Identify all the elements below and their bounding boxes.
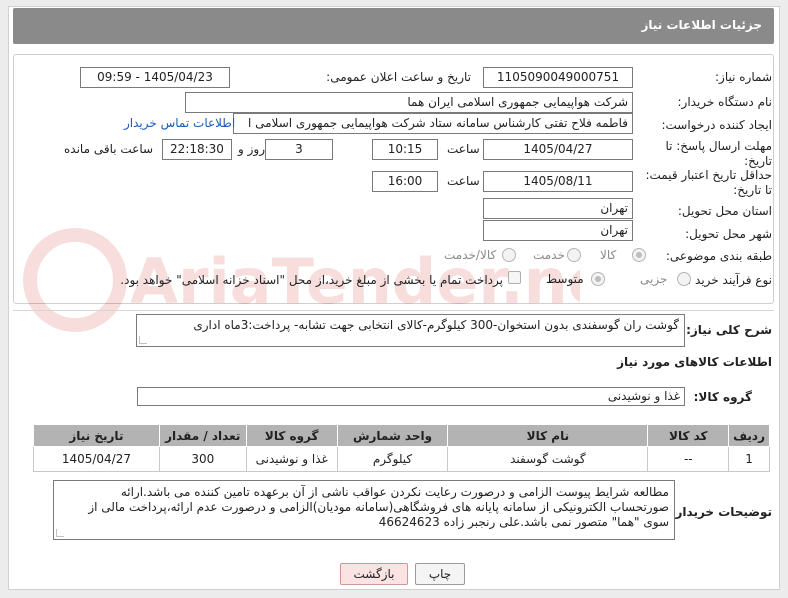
reply-time-label: ساعت: [447, 142, 480, 156]
category-option-service: خدمت: [533, 248, 565, 262]
province-field: تهران: [483, 198, 633, 219]
contact-buyer-link[interactable]: اطلاعات تماس خریدار: [124, 116, 235, 130]
requester-field: فاطمه فلاح تفتی کارشناس سامانه ستاد شرکت…: [233, 113, 633, 134]
buyer-notes-label: توضیحات خریدار:: [670, 505, 772, 519]
category-option-goods-service: کالا/خدمت: [444, 248, 497, 262]
header-bar: جزئیات اطلاعات نیاز: [13, 8, 774, 44]
category-radio-goods[interactable]: [632, 248, 646, 262]
print-button[interactable]: چاپ: [415, 563, 465, 585]
col-unit-header: واحد شمارش: [336, 424, 449, 447]
resize-grip-icon[interactable]: [56, 529, 64, 537]
reply-time-field: 10:15: [372, 139, 438, 160]
days-remaining-field: 3: [265, 139, 333, 160]
resize-grip-icon[interactable]: [139, 336, 147, 344]
cell-name: گوشت گوسفند: [447, 446, 649, 472]
col-date-header: تاریخ نیاز: [33, 424, 160, 447]
announce-label: تاریخ و ساعت اعلان عمومی:: [326, 70, 471, 84]
cell-code: --: [647, 446, 730, 472]
need-number-label: شماره نیاز:: [715, 70, 772, 84]
items-section-title: اطلاعات کالاهای مورد نیاز: [617, 355, 772, 369]
product-group-field: غذا و نوشیدنی: [137, 387, 685, 406]
back-button[interactable]: بازگشت: [340, 563, 408, 585]
category-radio-goods-service[interactable]: [502, 248, 516, 262]
province-label: استان محل تحویل:: [677, 204, 772, 218]
process-radio-partial[interactable]: [677, 272, 691, 286]
category-option-goods: کالا: [600, 248, 617, 262]
process-option-medium: متوسط: [546, 272, 584, 286]
description-textarea: گوشت ران گوسفندی بدون استخوان-300 کیلوگر…: [136, 314, 685, 347]
buyer-org-field: شرکت هواپیمایی جمهوری اسلامی ایران هما: [185, 92, 633, 113]
col-code-header: کد کالا: [647, 424, 730, 447]
reply-date-field: 1405/04/27: [483, 139, 633, 160]
col-name-header: نام کالا: [447, 424, 649, 447]
buyer-org-label: نام دستگاه خریدار:: [677, 95, 773, 109]
table-row: 1 -- گوشت گوسفند کیلوگرم غذا و نوشیدنی 3…: [33, 446, 770, 472]
cell-row-number: 1: [728, 446, 770, 472]
city-field: تهران: [483, 220, 633, 241]
cell-date: 1405/04/27: [33, 446, 160, 472]
need-number-field: 1105090049000751: [483, 67, 633, 88]
time-remaining-field: 22:18:30: [162, 139, 232, 160]
description-label: شرح کلی نیاز:: [686, 323, 772, 337]
treasury-payment-text: پرداخت تمام یا بخشی از مبلغ خرید،از محل …: [120, 273, 503, 287]
items-table: ردیف کد کالا نام کالا واحد شمارش گروه کا…: [33, 424, 770, 472]
col-quantity-header: تعداد / مقدار: [158, 424, 247, 447]
price-validity-date-field: 1405/08/11: [483, 171, 633, 192]
page-title: جزئیات اطلاعات نیاز: [641, 18, 762, 32]
buyer-notes-text: مطالعه شرایط پیوست الزامی و درصورت رعایت…: [88, 485, 669, 529]
reply-deadline-label: مهلت ارسال پاسخ: تا تاریخ:: [665, 139, 772, 168]
price-validity-time-field: 16:00: [372, 171, 438, 192]
announce-datetime-field: 1405/04/23 - 09:59: [80, 67, 230, 88]
price-time-label: ساعت: [447, 174, 480, 188]
days-label: روز و: [238, 142, 265, 156]
section-divider: [13, 310, 774, 311]
items-table-header: ردیف کد کالا نام کالا واحد شمارش گروه کا…: [33, 424, 770, 447]
process-radio-medium[interactable]: [591, 272, 605, 286]
time-remaining-label: ساعت باقی مانده: [64, 142, 154, 156]
price-validity-label: حداقل تاریخ اعتبار قیمت: تا تاریخ:: [645, 168, 772, 197]
category-radio-service[interactable]: [567, 248, 581, 262]
category-label: طبقه بندی موضوعی:: [665, 249, 772, 263]
requester-label: ایجاد کننده درخواست:: [661, 118, 772, 132]
col-row-header: ردیف: [728, 424, 770, 447]
description-text: گوشت ران گوسفندی بدون استخوان-300 کیلوگر…: [193, 318, 679, 332]
cell-group: غذا و نوشیدنی: [245, 446, 338, 472]
buyer-notes-textarea: مطالعه شرایط پیوست الزامی و درصورت رعایت…: [53, 480, 675, 540]
city-label: شهر محل تحویل:: [685, 227, 772, 241]
cell-unit: کیلوگرم: [336, 446, 449, 472]
process-option-partial: جزیی: [640, 272, 668, 286]
product-group-label: گروه کالا:: [693, 390, 752, 404]
treasury-payment-checkbox[interactable]: [508, 271, 521, 284]
cell-quantity: 300: [158, 446, 247, 472]
col-group-header: گروه کالا: [245, 424, 338, 447]
process-type-label: نوع فرآیند خرید :: [687, 273, 772, 287]
